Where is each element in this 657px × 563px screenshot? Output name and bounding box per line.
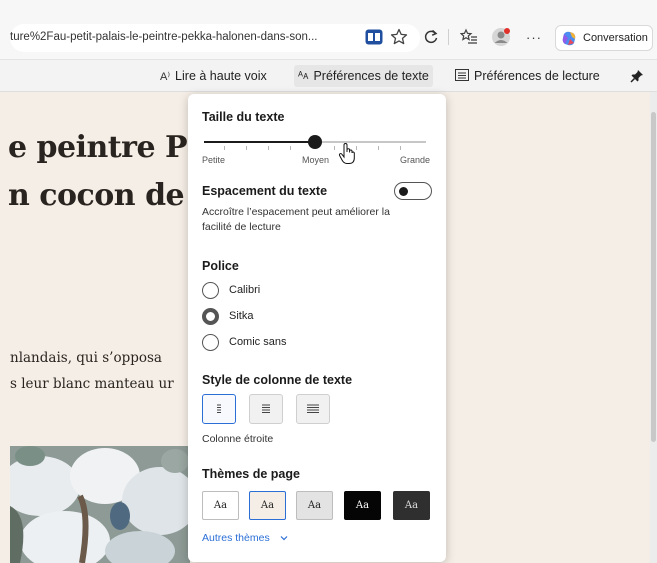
text-preferences-label: Préférences de texte [313, 69, 429, 83]
profile-avatar-icon[interactable] [491, 27, 511, 47]
immersive-reader-icon[interactable] [365, 29, 383, 45]
theme-dark-button[interactable]: Aa [393, 491, 430, 520]
reading-preferences-button[interactable]: Préférences de lecture [455, 65, 600, 87]
article-paragraph-line-2: s leur blanc manteau ur [10, 376, 174, 392]
reader-toolbar: A⁾ Lire à haute voix ᴬᴀ Préférences de t… [0, 60, 657, 92]
conversation-label: Conversation [583, 32, 648, 44]
text-preferences-button[interactable]: ᴬᴀ Préférences de texte [294, 65, 433, 87]
radio-button-selected[interactable] [202, 307, 219, 325]
slider-tick [268, 146, 269, 150]
slider-tick [356, 146, 357, 150]
text-size-large-label: Grande [400, 155, 431, 165]
more-options-icon[interactable]: ··· [526, 30, 542, 45]
font-option-label: Comic sans [229, 336, 287, 348]
read-aloud-icon: A⁾ [160, 70, 171, 83]
text-spacing-toggle[interactable] [394, 182, 432, 200]
article-painting-image [10, 446, 190, 563]
slider-tick [400, 146, 401, 150]
text-preferences-panel: Taille du texte Petite Moyen Grande Espa… [188, 94, 446, 562]
column-wide-button[interactable] [296, 394, 330, 424]
slider-tick [290, 146, 291, 150]
column-wide-icon [307, 404, 319, 413]
font-option-label: Calibri [229, 284, 261, 296]
more-themes-link[interactable]: Autres thèmes [202, 532, 288, 544]
text-size-small-label: Petite [202, 155, 226, 165]
theme-sepia-button[interactable]: Aa [249, 491, 286, 520]
reading-preferences-label: Préférences de lecture [474, 69, 600, 83]
article-headline-line-1: e peintre P [8, 130, 188, 165]
font-option-comic-sans[interactable]: Comic sans [202, 332, 286, 352]
read-aloud-label: Lire à haute voix [175, 69, 267, 83]
theme-light-button[interactable]: Aa [202, 491, 239, 520]
theme-gray-button[interactable]: Aa [296, 491, 333, 520]
more-themes-label: Autres thèmes [202, 532, 270, 544]
text-preferences-icon: ᴬᴀ [298, 70, 309, 82]
font-option-sitka[interactable]: Sitka [202, 306, 253, 326]
column-style-title: Style de colonne de texte [202, 373, 353, 387]
slider-tick [378, 146, 379, 150]
text-size-slider-fill [204, 141, 315, 143]
toolbar-divider [448, 29, 449, 45]
pin-toolbar-button[interactable] [624, 65, 650, 87]
font-title: Police [202, 259, 239, 273]
hand-cursor-icon [338, 142, 356, 170]
radio-button[interactable] [202, 333, 219, 351]
column-narrow-icon [217, 404, 221, 413]
page-scrollbar[interactable] [650, 92, 657, 563]
conversation-button[interactable]: Conversation [555, 25, 653, 51]
slider-tick [334, 146, 335, 150]
chevron-down-icon [280, 533, 288, 543]
copilot-logo-icon [562, 31, 576, 45]
url-text[interactable]: ture%2Fau-petit-palais-le-peintre-pekka-… [10, 31, 317, 43]
column-style-selected-label: Colonne étroite [202, 433, 274, 445]
text-spacing-description: Accroître l’espacement peut améliorer la… [202, 206, 390, 233]
text-size-slider-thumb[interactable] [308, 135, 322, 149]
article-headline-line-2: n cocon de [8, 178, 185, 213]
text-size-medium-label: Moyen [302, 155, 330, 165]
favorites-list-icon[interactable] [460, 28, 478, 46]
reading-preferences-icon [455, 68, 469, 84]
toggle-knob [399, 186, 408, 196]
refresh-icon[interactable] [424, 29, 438, 45]
scrollbar-thumb[interactable] [651, 112, 656, 442]
radio-button[interactable] [202, 281, 219, 299]
theme-black-button[interactable]: Aa [344, 491, 381, 520]
favorite-star-icon[interactable] [390, 28, 408, 46]
pin-icon [630, 70, 643, 83]
browser-address-bar: ture%2Fau-petit-palais-le-peintre-pekka-… [0, 0, 657, 60]
font-option-label: Sitka [229, 310, 254, 322]
column-narrow-button[interactable] [202, 394, 236, 424]
text-spacing-title: Espacement du texte [202, 184, 328, 198]
read-aloud-button[interactable]: A⁾ Lire à haute voix [160, 65, 267, 87]
column-medium-icon [262, 404, 270, 413]
slider-tick [224, 146, 225, 150]
slider-tick [246, 146, 247, 150]
page-themes-title: Thèmes de page [202, 467, 300, 481]
font-option-calibri[interactable]: Calibri [202, 280, 260, 300]
article-paragraph-line-1: nlandais, qui s’opposa [10, 350, 162, 366]
text-size-title: Taille du texte [202, 110, 285, 124]
url-field[interactable]: ture%2Fau-petit-palais-le-peintre-pekka-… [10, 24, 420, 52]
column-medium-button[interactable] [249, 394, 283, 424]
